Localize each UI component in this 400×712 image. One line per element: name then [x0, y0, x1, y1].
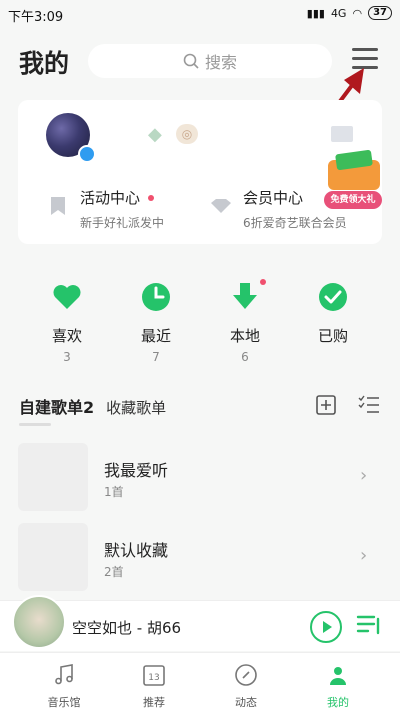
heart-icon [53, 285, 81, 309]
activity-red-dot [148, 194, 155, 201]
level-badge-icon[interactable]: ◎ [176, 124, 198, 144]
activity-center-title: 活动中心 [80, 189, 141, 207]
bookmark-icon [50, 196, 66, 220]
calendar-icon: 13 [143, 665, 165, 686]
battery-indicator: 37 [368, 6, 392, 20]
search-icon [183, 53, 199, 69]
check-icon [319, 283, 347, 311]
status-time: 下午3:09 [8, 10, 64, 25]
manage-list-icon[interactable] [358, 395, 380, 415]
quick-access-purchased[interactable]: 已购 [297, 281, 369, 350]
quick-access-label: 已购 [317, 327, 348, 345]
playlist-count: 1首 [104, 485, 124, 499]
nav-label: 我的 [327, 696, 349, 709]
vip-diamond-icon [210, 198, 232, 218]
nav-music-hall[interactable]: 音乐馆 [24, 657, 104, 710]
bottom-nav: 音乐馆 13 推荐 动态 我的 [0, 652, 400, 712]
quick-access-count: 3 [63, 350, 71, 364]
quick-access-local[interactable]: 本地 6 [209, 281, 281, 364]
status-icons: ▮▮▮ 4G ◠ 37 [307, 6, 392, 20]
quick-access-recent[interactable]: 最近 7 [120, 281, 192, 364]
tab-created-label: 自建歌单 [19, 398, 84, 417]
playlist-tabs: 自建歌单2 收藏歌单 [19, 394, 166, 418]
album-cover[interactable] [12, 595, 66, 649]
playlist-item[interactable]: 我最爱听 1首 › [18, 443, 382, 511]
music-note-icon [55, 664, 73, 685]
svg-text:13: 13 [148, 673, 159, 683]
nav-label: 推荐 [143, 696, 165, 709]
nav-label: 动态 [235, 696, 257, 709]
local-red-dot [260, 279, 266, 285]
playlist-thumbnail [18, 443, 88, 511]
quick-access-label: 喜欢 [51, 327, 82, 345]
member-center-title: 会员中心 [243, 189, 304, 207]
member-center-subtitle: 6折爱奇艺联合会员 [243, 216, 347, 230]
chevron-right-icon: › [360, 465, 368, 486]
add-playlist-icon[interactable] [316, 395, 336, 415]
tab-underline [19, 423, 51, 426]
quick-access-count: 7 [152, 350, 160, 364]
tab-created-playlists[interactable]: 自建歌单2 [19, 394, 94, 418]
playlist-name: 我最爱听 [104, 461, 169, 480]
playlist-count: 2首 [104, 565, 124, 579]
quick-access-label: 最近 [140, 327, 171, 345]
wifi-icon: ◠ [352, 6, 363, 20]
nav-label: 音乐馆 [47, 696, 81, 709]
tab-created-count: 2 [83, 398, 95, 417]
clock-icon [142, 283, 170, 311]
play-button[interactable] [310, 611, 342, 643]
status-bar: 下午3:09 ▮▮▮ 4G ◠ 37 [0, 0, 400, 30]
playlist-queue-icon[interactable] [356, 613, 382, 637]
download-icon [233, 283, 257, 309]
play-icon [323, 621, 332, 633]
diamond-icon[interactable]: ◆ [148, 124, 162, 145]
song-title[interactable]: 空空如也 - 胡66 [72, 617, 181, 638]
playlist-name: 默认收藏 [104, 541, 169, 560]
chevron-right-icon: › [360, 545, 368, 566]
activity-center-subtitle: 新手好礼派发中 [80, 216, 165, 230]
search-placeholder: 搜索 [204, 53, 237, 72]
nav-recommend[interactable]: 13 推荐 [114, 657, 194, 710]
signal-icon: ▮▮▮ [306, 6, 325, 20]
user-icon [330, 667, 346, 685]
compass-icon [235, 664, 257, 686]
nav-feed[interactable]: 动态 [206, 657, 286, 710]
network-label: 4G [330, 6, 347, 20]
member-center[interactable]: 会员中心 6折爱奇艺联合会员 [243, 187, 347, 231]
avatar-badge [78, 145, 96, 163]
tab-favorited-playlists[interactable]: 收藏歌单 [106, 397, 166, 418]
activity-center[interactable]: 活动中心 新手好礼派发中 [80, 187, 164, 231]
page-title: 我的 [19, 49, 70, 78]
playlist-thumbnail [18, 523, 88, 591]
mail-icon[interactable] [331, 126, 353, 142]
quick-access-count: 6 [241, 350, 249, 364]
quick-access-label: 本地 [229, 327, 260, 345]
quick-access-like[interactable]: 喜欢 3 [31, 281, 103, 364]
playlist-item[interactable]: 默认收藏 2首 › [18, 523, 382, 591]
nav-mine[interactable]: 我的 [298, 657, 378, 710]
